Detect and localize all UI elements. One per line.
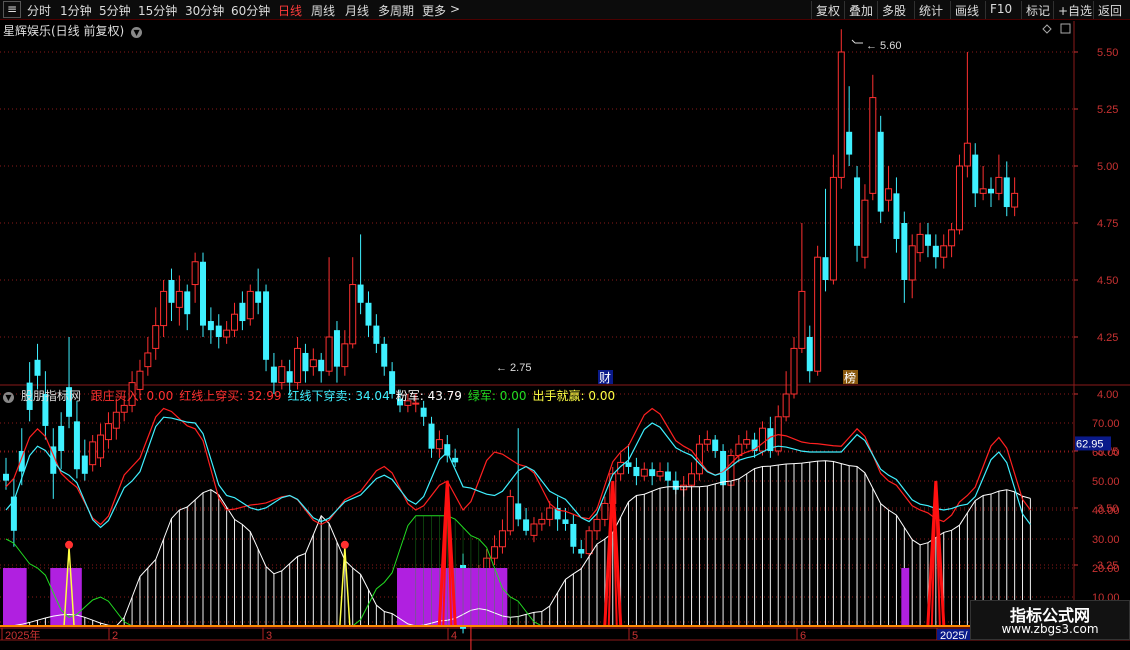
indicator-item-0: 跟庄买入: 0.00: [91, 389, 174, 403]
ranking-marker-label: 榜: [844, 370, 856, 385]
period-tab-2[interactable]: 5分钟: [99, 2, 131, 19]
price-axis-label: 4.00: [1097, 389, 1118, 401]
price-axis-label: 4.75: [1097, 218, 1118, 230]
watermark-logo: 指标公式网 www.zbgs3.com: [970, 600, 1130, 640]
period-tab-10[interactable]: 更多: [422, 2, 446, 19]
toolbar-button-8[interactable]: 返回: [1093, 1, 1126, 19]
indicator-axis-label: 30.00: [1092, 534, 1120, 546]
main-panel-title[interactable]: 星辉娱乐(日线 前复权) ▼: [3, 22, 143, 39]
price-axis-label: 5.00: [1097, 161, 1118, 173]
watermark-url: www.zbgs3.com: [1001, 622, 1099, 636]
buy-dot: [65, 540, 74, 549]
indicator-label: 红线上穿买:: [179, 389, 244, 403]
price-axis-label: 4.25: [1097, 332, 1118, 344]
window-menu-icon[interactable]: ≡: [3, 1, 21, 18]
indicator-label: 跟庄买入:: [90, 389, 143, 403]
candlestick: [955, 154, 963, 235]
indicator-values: 跟庄买入: 0.00 红线上穿买: 32.99 红线下穿卖: 34.04 粉军: 43…: [85, 389, 615, 403]
purple-block: [3, 568, 27, 626]
toolbar-button-5[interactable]: F10: [985, 1, 1016, 19]
toolbar-button-6[interactable]: 标记: [1021, 1, 1054, 19]
period-tab-6[interactable]: 日线: [278, 2, 302, 19]
indicator-value: 0.00: [584, 389, 616, 403]
indicator-value: 43.79: [423, 389, 462, 403]
candlestick: [263, 284, 270, 372]
toolbar-button-3[interactable]: 统计: [914, 1, 947, 19]
toolbar-button-4[interactable]: 画线: [950, 1, 983, 19]
current-value-label: 62.95: [1076, 438, 1104, 450]
indicator-dropdown-icon[interactable]: ▼: [3, 392, 14, 403]
period-tab-0[interactable]: 分时: [27, 2, 51, 19]
indicator-header: ▼ 股朋指标网 跟庄买入: 0.00 红线上穿买: 32.99 红线下穿卖: 34.…: [3, 387, 615, 404]
indicator-label: 红线下穿卖:: [287, 389, 352, 403]
indicator-item-1: 红线上穿买: 32.99: [179, 389, 281, 403]
buy-dot: [340, 540, 349, 549]
indicator-item-3: 粉军: 43.79: [396, 389, 462, 403]
price-axis-label: 5.25: [1097, 104, 1118, 116]
indicator-value: 32.99: [243, 389, 282, 403]
candlestick: [200, 252, 206, 337]
date-axis-label: 2025/: [940, 630, 968, 642]
chart-canvas[interactable]: 5.505.255.004.754.504.254.003.753.503.25…: [0, 0, 1130, 650]
price-axis-label: 5.50: [1097, 47, 1118, 59]
finance-marker-label: 财: [599, 371, 611, 385]
period-tab-4[interactable]: 30分钟: [185, 2, 224, 19]
indicator-label: 出手就赢:: [532, 389, 585, 403]
indicator-axis-label: 40.00: [1092, 505, 1120, 517]
date-axis-label: 2: [112, 630, 118, 642]
indicator-item-5: 出手就赢: 0.00: [533, 389, 616, 403]
period-tab-1[interactable]: 1分钟: [60, 2, 92, 19]
candlestick: [506, 489, 514, 536]
date-axis-label: 5: [632, 630, 638, 642]
date-axis-label: 6: [800, 630, 806, 642]
date-axis-label: 3: [266, 630, 272, 642]
low-price-label: ← 2.75: [496, 362, 531, 374]
price-axis-label: 4.50: [1097, 275, 1118, 287]
purple-block: [901, 568, 910, 626]
more-arrow-icon[interactable]: >: [450, 2, 460, 16]
high-price-label: ← 5.60: [866, 40, 901, 52]
candlestick: [814, 245, 822, 376]
indicator-value: 0.00: [495, 389, 527, 403]
indicator-label: 绿军:: [467, 389, 496, 403]
period-tab-8[interactable]: 月线: [345, 2, 369, 19]
toolbar-button-0[interactable]: 复权: [811, 1, 844, 19]
indicator-axis-label: 50.00: [1092, 476, 1120, 488]
period-tab-7[interactable]: 周线: [311, 2, 335, 19]
date-axis-label: 2025年: [5, 628, 40, 642]
candlestick: [877, 115, 884, 223]
date-axis-label: 4: [451, 630, 457, 642]
toolbar: 分时 1分钟 5分钟 15分钟 30分钟 60分钟 日线 周线 月线 多周期 更多 > ≡ 复权 叠加 多股统…: [0, 0, 1130, 20]
indicator-item-4: 绿军: 0.00: [468, 389, 527, 403]
indicator-axis-label: 70.00: [1092, 418, 1120, 430]
indicator-name[interactable]: 股朋指标网: [21, 389, 81, 403]
indicator-axis-label: 20.00: [1092, 563, 1120, 575]
indicator-label: 粉军:: [395, 389, 424, 403]
toolbar-button-7[interactable]: +自选: [1053, 1, 1096, 19]
period-tab-5[interactable]: 60分钟: [231, 2, 270, 19]
period-tab-3[interactable]: 15分钟: [138, 2, 177, 19]
indicator-value: 0.00: [142, 389, 174, 403]
period-tab-9[interactable]: 多周期: [378, 2, 414, 19]
indicator-value: 34.04: [351, 389, 390, 403]
title-dropdown-icon[interactable]: ▼: [131, 27, 143, 38]
candlestick: [837, 29, 845, 189]
stock-title: 星辉娱乐(日线 前复权): [3, 24, 125, 38]
toolbar-button-2[interactable]: 多股: [877, 1, 910, 19]
indicator-item-2: 红线下穿卖: 34.04: [287, 389, 389, 403]
toolbar-button-1[interactable]: 叠加: [844, 1, 877, 19]
